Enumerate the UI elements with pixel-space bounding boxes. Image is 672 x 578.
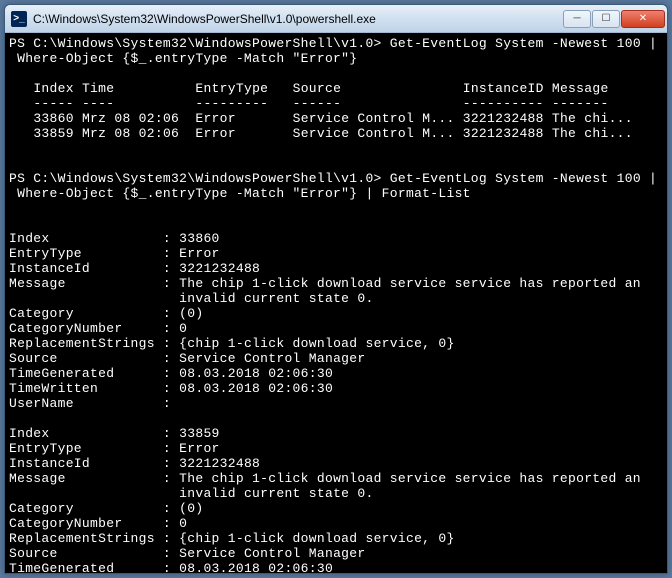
list-entry: EntryType : Error <box>9 246 220 261</box>
list-entry: Source : Service Control Manager <box>9 351 365 366</box>
list-entry: Message : The chip 1-click download serv… <box>9 276 641 291</box>
prompt-line: PS C:\Windows\System32\WindowsPowerShell… <box>9 171 657 186</box>
list-entry: CategoryNumber : 0 <box>9 516 187 531</box>
list-entry: InstanceId : 3221232488 <box>9 261 260 276</box>
close-button[interactable]: ✕ <box>621 10 665 28</box>
window-controls: ─ ☐ ✕ <box>563 10 665 28</box>
list-entry: ReplacementStrings : {chip 1-click downl… <box>9 531 455 546</box>
prompt-continuation: Where-Object {$_.entryType -Match "Error… <box>9 186 471 201</box>
list-entry: invalid current state 0. <box>9 291 374 306</box>
powershell-icon: >_ <box>11 11 27 27</box>
list-entry: TimeGenerated : 08.03.2018 02:06:30 <box>9 561 333 573</box>
list-entry: Category : (0) <box>9 306 203 321</box>
console-output[interactable]: PS C:\Windows\System32\WindowsPowerShell… <box>5 33 667 573</box>
list-entry: InstanceId : 3221232488 <box>9 456 260 471</box>
list-entry: TimeWritten : 08.03.2018 02:06:30 <box>9 381 333 396</box>
table-row: 33860 Mrz 08 02:06 Error Service Control… <box>9 111 633 126</box>
table-divider: ----- ---- --------- ------ ---------- -… <box>9 96 609 111</box>
window-title: C:\Windows\System32\WindowsPowerShell\v1… <box>33 12 563 26</box>
prompt-line: PS C:\Windows\System32\WindowsPowerShell… <box>9 36 657 51</box>
list-entry: TimeGenerated : 08.03.2018 02:06:30 <box>9 366 333 381</box>
list-entry: Message : The chip 1-click download serv… <box>9 471 641 486</box>
maximize-button[interactable]: ☐ <box>592 10 620 28</box>
list-entry: Category : (0) <box>9 501 203 516</box>
list-entry: CategoryNumber : 0 <box>9 321 187 336</box>
table-row: 33859 Mrz 08 02:06 Error Service Control… <box>9 126 633 141</box>
list-entry: Index : 33859 <box>9 426 220 441</box>
list-entry: ReplacementStrings : {chip 1-click downl… <box>9 336 455 351</box>
titlebar[interactable]: >_ C:\Windows\System32\WindowsPowerShell… <box>5 5 667 33</box>
list-entry: invalid current state 0. <box>9 486 374 501</box>
list-entry: EntryType : Error <box>9 441 220 456</box>
list-entry: UserName : <box>9 396 179 411</box>
prompt-continuation: Where-Object {$_.entryType -Match "Error… <box>9 51 357 66</box>
table-header: Index Time EntryType Source InstanceID M… <box>9 81 609 96</box>
minimize-button[interactable]: ─ <box>563 10 591 28</box>
list-entry: Source : Service Control Manager <box>9 546 365 561</box>
list-entry: Index : 33860 <box>9 231 220 246</box>
powershell-window: >_ C:\Windows\System32\WindowsPowerShell… <box>4 4 668 574</box>
